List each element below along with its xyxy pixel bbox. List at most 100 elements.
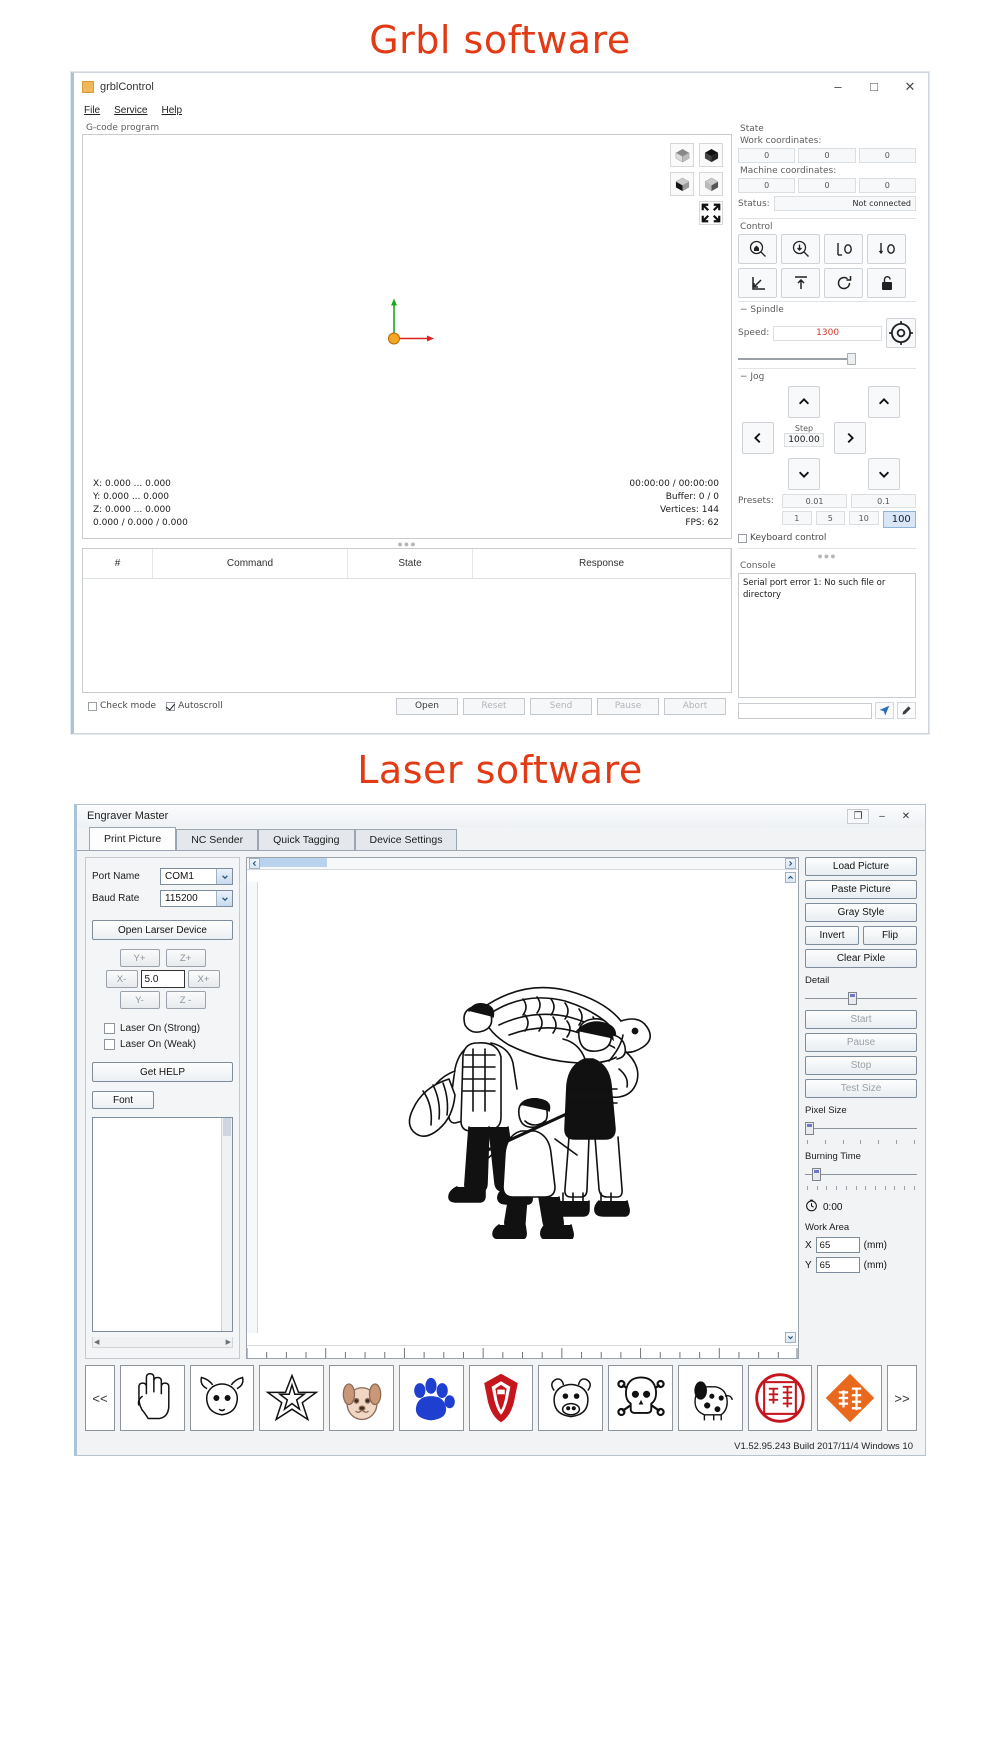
front-view-icon[interactable] xyxy=(670,172,694,196)
picture-canvas-panel[interactable] xyxy=(246,857,799,1359)
work-area-y-input[interactable]: 65 xyxy=(815,1257,860,1273)
zero-xy-icon[interactable] xyxy=(824,234,863,264)
scroll-right-icon[interactable] xyxy=(785,858,796,869)
jog-x-minus-button[interactable]: X- xyxy=(105,970,138,988)
scroll-left-icon[interactable] xyxy=(249,858,260,869)
menu-item-service[interactable]: Service xyxy=(114,105,147,116)
chevron-down-icon[interactable] xyxy=(216,891,232,906)
jog-up-icon[interactable] xyxy=(788,386,820,418)
star-icon[interactable] xyxy=(259,1365,325,1431)
jog-z-down-icon[interactable] xyxy=(868,458,900,490)
menu-item-file[interactable]: File xyxy=(84,105,100,116)
check-mode-checkbox[interactable]: Check mode xyxy=(88,701,156,711)
burning-time-knob[interactable] xyxy=(811,1168,821,1181)
restore-button[interactable]: ❐ xyxy=(847,808,869,824)
keyboard-control-checkbox[interactable]: Keyboard control xyxy=(738,533,916,543)
console-splitter[interactable]: ●●● xyxy=(738,551,916,561)
hand-pointing-icon[interactable] xyxy=(120,1365,185,1431)
jog-y-plus-button[interactable]: Y+ xyxy=(119,949,160,967)
top-view-icon[interactable] xyxy=(699,143,723,167)
laser-strong-checkbox[interactable]: Laser On (Strong) xyxy=(104,1023,233,1034)
thumbnails-next-button[interactable]: >> xyxy=(887,1365,917,1431)
abort-button[interactable]: Abort xyxy=(664,697,726,715)
start-button[interactable]: Start xyxy=(805,1010,917,1029)
reset-button[interactable]: Reset xyxy=(463,697,525,715)
maximize-button[interactable]: □ xyxy=(856,74,892,100)
zero-z-icon[interactable] xyxy=(867,234,906,264)
home-zoom-icon[interactable] xyxy=(738,234,777,264)
preset-10[interactable]: 10 xyxy=(849,511,879,525)
spindle-power-icon[interactable] xyxy=(886,318,916,348)
autobot-icon[interactable] xyxy=(468,1365,534,1431)
invert-button[interactable]: Invert xyxy=(805,926,859,945)
tab-nc-sender[interactable]: NC Sender xyxy=(176,829,259,850)
left-view-icon[interactable] xyxy=(699,172,723,196)
send-button[interactable]: Send xyxy=(530,697,592,715)
pixel-size-slider[interactable] xyxy=(805,1120,917,1136)
pause-button[interactable]: Pause xyxy=(597,697,659,715)
panel-splitter[interactable]: ●●● xyxy=(82,539,732,549)
scrollbar-thumb[interactable] xyxy=(223,1118,231,1136)
jog-down-icon[interactable] xyxy=(788,458,820,490)
tab-quick-tagging[interactable]: Quick Tagging xyxy=(258,829,355,850)
jog-y-minus-button[interactable]: Y- xyxy=(119,991,160,1009)
bull-skull-icon[interactable] xyxy=(189,1365,255,1431)
slider-knob[interactable] xyxy=(847,353,856,365)
burning-time-slider[interactable] xyxy=(805,1166,917,1182)
jog-step-input[interactable]: 5.0 xyxy=(140,970,185,988)
preset-100[interactable]: 100 xyxy=(882,511,916,528)
jog-step-value[interactable]: 100.00 xyxy=(784,433,824,447)
textarea-horizontal-scrollbar[interactable]: ◀ ▶ xyxy=(92,1337,233,1348)
jog-x-plus-button[interactable]: X+ xyxy=(187,970,220,988)
gray-style-button[interactable]: Gray Style xyxy=(805,903,917,922)
jog-left-icon[interactable] xyxy=(742,422,774,454)
skull-crossbones-icon[interactable] xyxy=(608,1365,673,1431)
jog-right-icon[interactable] xyxy=(834,422,866,454)
spindle-group-label[interactable]: − Spindle xyxy=(740,305,916,315)
work-area-x-input[interactable]: 65 xyxy=(815,1237,860,1253)
safe-position-icon[interactable] xyxy=(781,268,820,298)
chevron-down-icon[interactable] xyxy=(216,869,232,884)
puppy-icon[interactable] xyxy=(329,1365,394,1431)
get-help-button[interactable]: Get HELP xyxy=(92,1062,233,1082)
zoom-down-icon[interactable] xyxy=(781,234,820,264)
jog-group-label[interactable]: − Jog xyxy=(740,372,916,382)
test-size-button[interactable]: Test Size xyxy=(805,1079,917,1098)
detail-slider-knob[interactable] xyxy=(847,992,857,1005)
thumbnails-prev-button[interactable]: << xyxy=(85,1365,115,1431)
console-command-input[interactable] xyxy=(738,702,872,719)
font-button[interactable]: Font xyxy=(92,1091,154,1109)
jog-z-plus-button[interactable]: Z+ xyxy=(165,949,206,967)
text-input-area[interactable] xyxy=(92,1117,233,1332)
baud-rate-select[interactable]: 115200 xyxy=(160,890,233,907)
return-to-zero-icon[interactable] xyxy=(738,268,777,298)
clear-pixle-button[interactable]: Clear Pixle xyxy=(805,949,917,968)
send-icon[interactable] xyxy=(875,702,894,719)
gcode-viewport[interactable]: X: 0.000 ... 0.000 Y: 0.000 ... 0.000 Z:… xyxy=(82,134,732,539)
engraving-preview-canvas[interactable] xyxy=(247,870,798,1345)
fu-diamond-icon[interactable] xyxy=(817,1365,883,1431)
minimize-button-em[interactable]: – xyxy=(871,809,893,824)
pause-button-em[interactable]: Pause xyxy=(805,1033,917,1052)
jog-z-up-icon[interactable] xyxy=(868,386,900,418)
paste-picture-button[interactable]: Paste Picture xyxy=(805,880,917,899)
dalmatian-icon[interactable] xyxy=(677,1365,743,1431)
jog-z-minus-button[interactable]: Z - xyxy=(165,991,206,1009)
iso-view-icon[interactable] xyxy=(670,143,694,167)
textarea-vertical-scrollbar[interactable] xyxy=(221,1118,232,1331)
load-picture-button[interactable]: Load Picture xyxy=(805,857,917,876)
minimize-button[interactable]: – xyxy=(820,74,856,100)
open-button[interactable]: Open xyxy=(396,697,458,715)
scroll-down-icon[interactable] xyxy=(785,1332,796,1343)
open-laser-device-button[interactable]: Open Larser Device xyxy=(92,920,233,940)
stop-button[interactable]: Stop xyxy=(805,1056,917,1075)
console-output[interactable]: Serial port error 1: No such file or dir… xyxy=(738,573,916,698)
port-name-select[interactable]: COM1 xyxy=(160,868,233,885)
pen-icon[interactable] xyxy=(897,702,916,719)
fu-seal-icon[interactable] xyxy=(747,1365,813,1431)
pixel-size-knob[interactable] xyxy=(805,1122,814,1135)
unlock-icon[interactable] xyxy=(867,268,906,298)
tab-print-picture[interactable]: Print Picture xyxy=(89,827,177,850)
menu-item-help[interactable]: Help xyxy=(161,105,182,116)
detail-slider[interactable] xyxy=(805,990,917,1006)
